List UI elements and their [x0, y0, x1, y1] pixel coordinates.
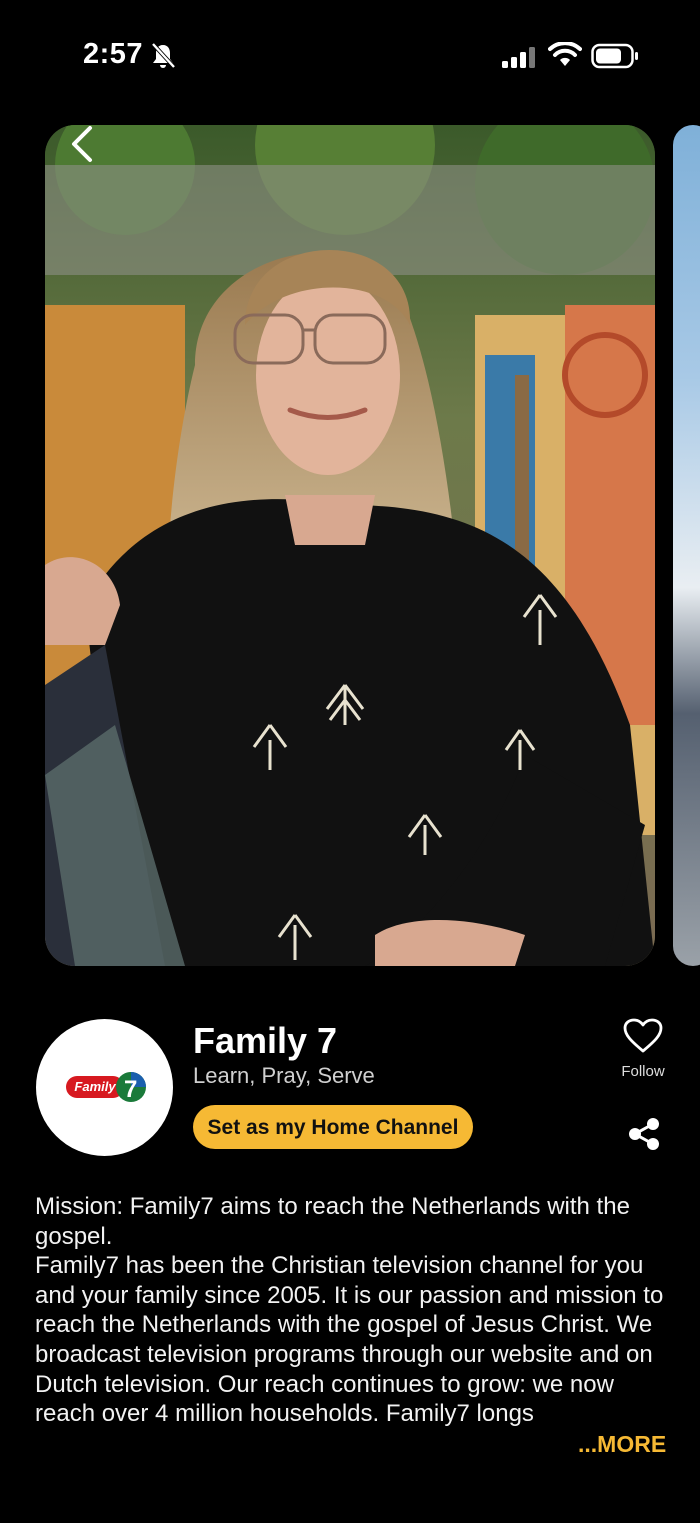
more-link[interactable]: ...MORE	[578, 1431, 666, 1458]
hero-image	[45, 125, 655, 966]
channel-logo: Family 7	[36, 1019, 173, 1156]
back-button[interactable]	[66, 124, 100, 164]
signal-icon	[500, 46, 538, 73]
status-time: 2:57	[83, 38, 144, 70]
heart-icon	[623, 1018, 663, 1053]
share-button[interactable]	[626, 1116, 662, 1157]
channel-title: Family 7	[193, 1020, 338, 1061]
channel-description: Mission: Family7 aims to reach the Nethe…	[35, 1192, 667, 1429]
next-image-preview[interactable]	[673, 125, 700, 966]
follow-label: Follow	[621, 1063, 665, 1080]
share-icon	[629, 1118, 659, 1150]
logo-seven-mark: 7	[116, 1072, 146, 1103]
battery-icon	[591, 43, 639, 74]
follow-button[interactable]	[612, 1018, 674, 1059]
status-bar: 2:57	[0, 0, 700, 115]
chevron-left-icon	[72, 126, 92, 162]
wifi-icon	[548, 41, 582, 73]
channel-tagline: Learn, Pray, Serve	[193, 1063, 375, 1088]
bell-slash-icon	[150, 42, 176, 75]
svg-text:7: 7	[124, 1076, 137, 1103]
set-home-channel-button[interactable]: Set as my Home Channel	[193, 1105, 473, 1149]
description-body: Family7 has been the Christian televisio…	[35, 1252, 664, 1428]
mission-text: Mission: Family7 aims to reach the Nethe…	[35, 1193, 630, 1250]
